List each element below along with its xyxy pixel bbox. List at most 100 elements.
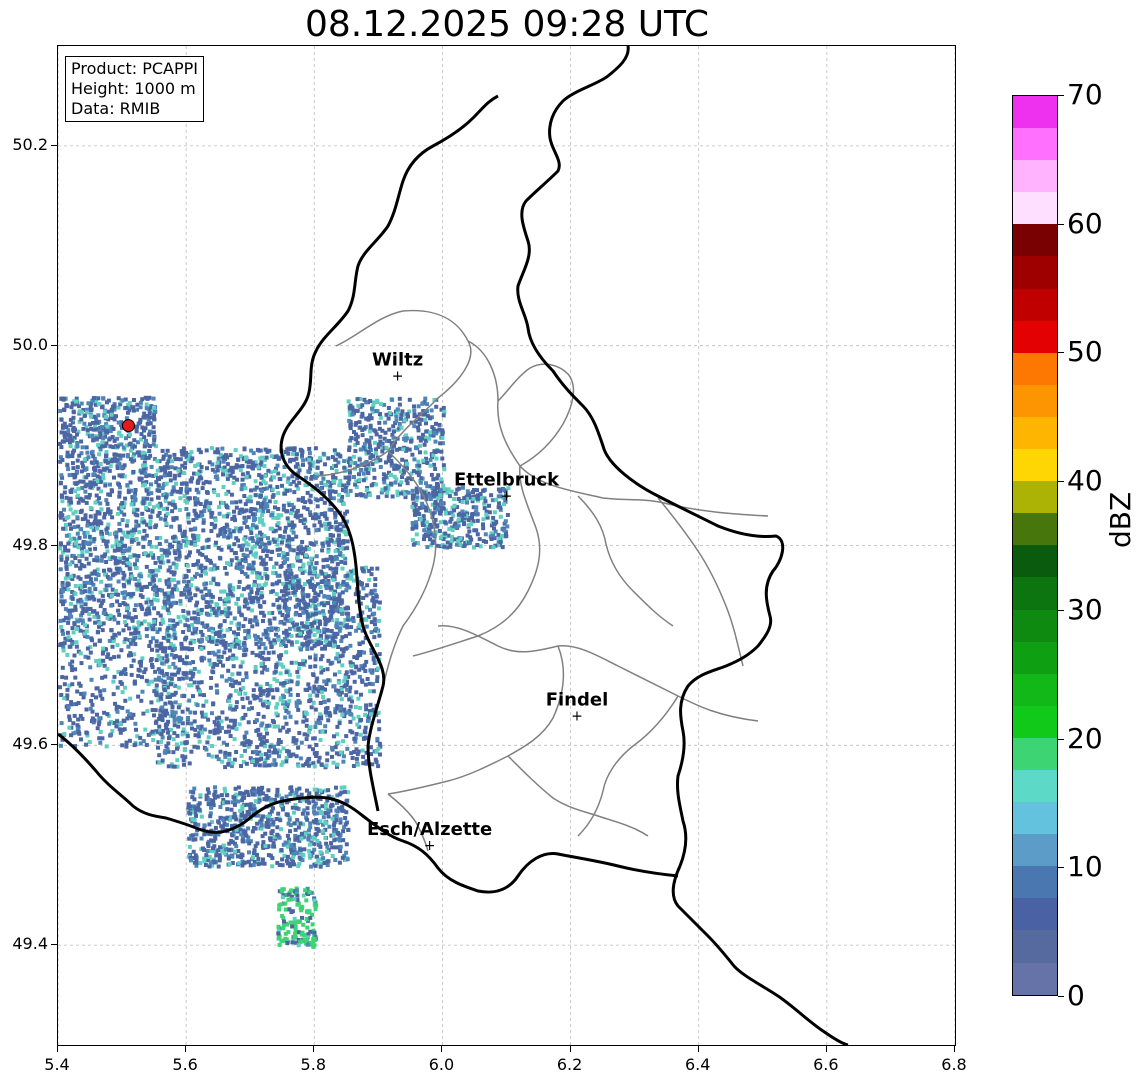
radar-echo-pixel [259, 561, 264, 566]
radar-echo-pixel [251, 523, 255, 528]
radar-echo-pixel [262, 464, 267, 468]
radar-echo-pixel [258, 687, 263, 691]
radar-echo-pixel [293, 464, 298, 469]
radar-echo-pixel [320, 729, 325, 734]
radar-echo-pixel [100, 628, 105, 633]
radar-echo-pixel [313, 446, 318, 451]
radar-echo-pixel [108, 576, 113, 581]
radar-echo-pixel [261, 619, 265, 623]
radar-echo-pixel [215, 565, 220, 570]
radar-echo-pixel [456, 539, 461, 544]
radar-echo-pixel [97, 638, 102, 643]
radar-echo-pixel [311, 747, 315, 752]
radar-echo-pixel [453, 521, 458, 526]
radar-echo-pixel [66, 454, 71, 459]
radar-echo-pixel [117, 494, 122, 499]
radar-echo-pixel [144, 611, 149, 616]
radar-echo-pixel [233, 448, 238, 453]
radar-echo-pixel [190, 456, 195, 461]
radar-map[interactable]: + Wiltz + Ettelbruck + Findel + Esch/Alzette [57, 45, 956, 1046]
radar-echo-pixel [338, 849, 343, 853]
radar-echo-pixel [356, 403, 361, 408]
radar-echo-pixel [81, 607, 86, 611]
radar-echo-pixel [288, 447, 293, 452]
radar-echo-pixel [339, 559, 344, 564]
radar-echo-pixel [458, 542, 463, 547]
radar-echo-pixel [210, 446, 214, 451]
radar-echo-pixel [359, 717, 364, 722]
radar-echo-pixel [367, 429, 372, 434]
radar-echo-pixel [336, 740, 341, 745]
radar-echo-pixel [84, 556, 89, 561]
radar-echo-pixel [423, 417, 428, 422]
radar-echo-pixel [244, 730, 249, 735]
radar-echo-pixel [213, 518, 218, 523]
radar-echo-pixel [274, 665, 279, 670]
radar-echo-pixel [300, 453, 304, 458]
radar-echo-pixel [121, 628, 126, 633]
radar-echo-pixel [323, 575, 328, 580]
radar-echo-pixel [108, 510, 113, 515]
radar-echo-pixel [256, 501, 261, 506]
radar-echo-pixel [394, 418, 399, 423]
radar-echo-pixel [163, 748, 168, 753]
radar-echo-pixel [62, 641, 67, 646]
radar-echo-pixel [195, 703, 200, 708]
radar-echo-pixel [257, 508, 262, 513]
radar-echo-pixel [104, 459, 108, 464]
radar-echo-pixel [414, 508, 419, 513]
radar-echo-pixel [127, 401, 132, 405]
radar-echo-pixel [243, 629, 248, 634]
radar-echo-pixel [204, 605, 209, 609]
radar-echo-pixel [284, 794, 289, 799]
radar-echo-pixel [98, 462, 103, 466]
radar-echo-pixel [309, 474, 314, 479]
radar-echo-pixel [395, 489, 400, 494]
radar-echo-pixel [264, 455, 269, 460]
radar-echo-pixel [234, 500, 239, 505]
radar-echo-pixel [151, 430, 156, 435]
radar-echo-pixel [194, 813, 198, 818]
radar-echo-pixel [300, 546, 305, 551]
radar-echo-pixel [477, 537, 482, 542]
radar-echo-pixel [286, 728, 291, 733]
radar-echo-pixel [166, 638, 171, 643]
radar-echo-pixel [287, 536, 291, 540]
radar-echo-pixel [276, 811, 281, 816]
radar-echo-pixel [341, 739, 345, 744]
radar-echo-pixel [69, 438, 74, 443]
radar-echo-pixel [271, 650, 276, 655]
radar-echo-pixel [344, 693, 349, 698]
radar-echo-pixel [314, 826, 319, 831]
radar-echo-pixel [252, 696, 257, 701]
radar-echo-pixel [184, 481, 189, 486]
radar-echo-pixel [400, 457, 405, 462]
radar-echo-pixel [360, 748, 365, 753]
radar-echo-pixel [255, 745, 260, 750]
radar-echo-pixel [317, 520, 322, 525]
radar-echo-pixel [307, 571, 312, 576]
radar-echo-pixel [122, 512, 127, 517]
radar-echo-pixel [161, 507, 166, 511]
radar-echo-pixel [215, 727, 220, 732]
radar-echo-pixel [349, 460, 354, 465]
radar-echo-pixel [85, 523, 90, 528]
radar-echo-pixel [221, 459, 226, 464]
radar-echo-pixel [333, 512, 338, 517]
radar-echo-pixel [368, 413, 373, 418]
radar-echo-pixel [240, 472, 245, 477]
radar-echo-pixel [289, 679, 294, 684]
radar-echo-pixel [81, 426, 86, 431]
radar-echo-pixel [133, 615, 138, 620]
radar-echo-pixel [276, 637, 281, 642]
radar-echo-pixel [325, 667, 330, 672]
radar-echo-pixel [319, 481, 324, 485]
radar-echo-pixel [263, 474, 268, 479]
radar-echo-pixel [137, 634, 142, 639]
radar-echo-pixel [353, 449, 358, 453]
radar-echo-pixel [318, 701, 323, 705]
radar-echo-pixel [286, 476, 291, 481]
radar-echo-pixel [242, 446, 247, 451]
radar-echo-pixel [449, 517, 454, 521]
radar-echo-pixel [122, 595, 127, 600]
